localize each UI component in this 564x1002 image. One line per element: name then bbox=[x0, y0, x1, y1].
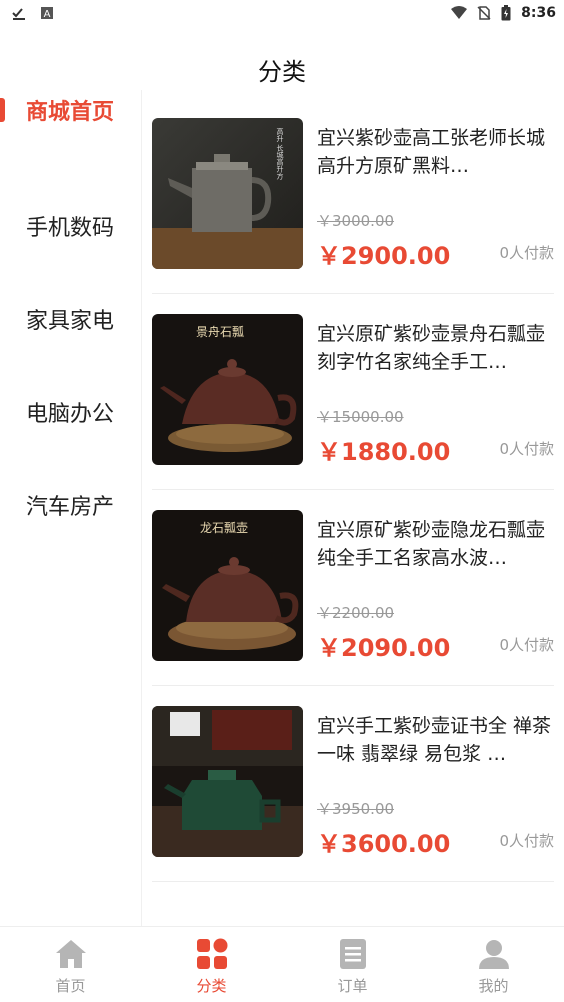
tab-category[interactable]: 分类 bbox=[141, 927, 282, 1002]
sidebar-item-digital[interactable]: 手机数码 bbox=[0, 179, 141, 272]
sidebar-item-label: 电脑办公 bbox=[26, 401, 115, 427]
order-list-icon bbox=[339, 939, 366, 969]
product-price: ￥1880.00 bbox=[317, 438, 451, 466]
product-image: 高升 长城高升方 bbox=[152, 118, 303, 269]
no-sim-icon bbox=[477, 6, 491, 20]
product-name: 宜兴紫砂壶高工张老师长城高升方原矿黑料… bbox=[317, 127, 546, 177]
status-time: 8:36 bbox=[521, 5, 556, 21]
sidebar-item-furniture[interactable]: 家具家电 bbox=[0, 272, 141, 365]
svg-text:龙石瓢壶: 龙石瓢壶 bbox=[200, 520, 248, 535]
product-name: 宜兴原矿紫砂壶景舟石瓢壶刻字竹名家纯全手工… bbox=[317, 323, 546, 373]
product-name: 宜兴手工紫砂壶证书全 禅茶一味 翡翠绿 易包浆 … bbox=[317, 715, 552, 765]
battery-icon bbox=[501, 5, 511, 21]
category-sidebar: 商城首页 手机数码 家具家电 电脑办公 汽车房产 bbox=[0, 90, 142, 926]
download-done-icon bbox=[12, 8, 25, 20]
svg-text:A: A bbox=[44, 9, 51, 20]
product-old-price: ￥3000.00 bbox=[317, 212, 395, 230]
product-name: 宜兴原矿紫砂壶隐龙石瓢壶纯全手工名家高水波… bbox=[317, 519, 546, 569]
sidebar-item-label: 手机数码 bbox=[26, 215, 115, 241]
sidebar-item-label: 家具家电 bbox=[26, 308, 115, 334]
tab-label: 分类 bbox=[196, 977, 227, 995]
product-paid-count: 0人付款 bbox=[499, 636, 554, 654]
product-image bbox=[152, 706, 303, 857]
product-item[interactable]: 龙石瓢壶 宜兴原矿紫砂壶隐龙石瓢壶纯全手工名家高水波… ￥2200.00 ￥20… bbox=[152, 490, 554, 686]
tab-label: 首页 bbox=[55, 977, 86, 995]
home-icon bbox=[55, 940, 86, 968]
product-image: 龙石瓢壶 bbox=[152, 510, 303, 661]
product-paid-count: 0人付款 bbox=[499, 244, 554, 262]
page-title: 分类 bbox=[258, 58, 306, 86]
sidebar-item-office[interactable]: 电脑办公 bbox=[0, 365, 141, 458]
status-left: A bbox=[12, 6, 54, 20]
svg-text:高升 长城高升方: 高升 长城高升方 bbox=[276, 127, 284, 180]
sidebar-item-mall-home[interactable]: 商城首页 bbox=[0, 90, 141, 183]
svg-text:景舟石瓢: 景舟石瓢 bbox=[196, 325, 244, 339]
product-old-price: ￥3950.00 bbox=[317, 800, 395, 818]
sidebar-item-label: 汽车房产 bbox=[26, 494, 115, 520]
tab-label: 我的 bbox=[478, 977, 509, 995]
tab-home[interactable]: 首页 bbox=[0, 927, 141, 1002]
tab-orders[interactable]: 订单 bbox=[282, 927, 423, 1002]
product-item[interactable]: 宜兴手工紫砂壶证书全 禅茶一味 翡翠绿 易包浆 … ￥3950.00 ￥3600… bbox=[152, 686, 554, 882]
tab-mine[interactable]: 我的 bbox=[423, 927, 564, 1002]
bottom-tab-bar: 首页 分类 订单 我的 bbox=[0, 926, 564, 1002]
sidebar-item-label: 商城首页 bbox=[26, 100, 115, 125]
product-item[interactable]: 景舟石瓢 宜兴原矿紫砂壶景舟石瓢壶刻字竹名家纯全手工… ￥15000.00 ￥1… bbox=[152, 294, 554, 490]
user-icon bbox=[478, 940, 509, 969]
product-item[interactable]: 高升 长城高升方 宜兴紫砂壶高工张老师长城高升方原矿黑料… ￥3000.00 ￥… bbox=[152, 98, 554, 294]
product-price: ￥2900.00 bbox=[317, 242, 451, 270]
status-bar: A 8:36 bbox=[0, 0, 564, 26]
category-icon bbox=[196, 938, 227, 969]
product-old-price: ￥2200.00 bbox=[317, 604, 395, 622]
product-paid-count: 0人付款 bbox=[499, 440, 554, 458]
product-price: ￥2090.00 bbox=[317, 634, 451, 662]
wifi-icon bbox=[451, 6, 468, 19]
sidebar-item-car-house[interactable]: 汽车房产 bbox=[0, 458, 141, 551]
product-paid-count: 0人付款 bbox=[499, 832, 554, 850]
product-list: 高升 长城高升方 宜兴紫砂壶高工张老师长城高升方原矿黑料… ￥3000.00 ￥… bbox=[152, 98, 554, 882]
product-image: 景舟石瓢 bbox=[152, 314, 303, 465]
product-price: ￥3600.00 bbox=[317, 830, 451, 858]
text-a-icon: A bbox=[41, 7, 53, 20]
tab-label: 订单 bbox=[337, 977, 368, 995]
status-right: 8:36 bbox=[451, 5, 556, 21]
product-old-price: ￥15000.00 bbox=[317, 408, 404, 426]
